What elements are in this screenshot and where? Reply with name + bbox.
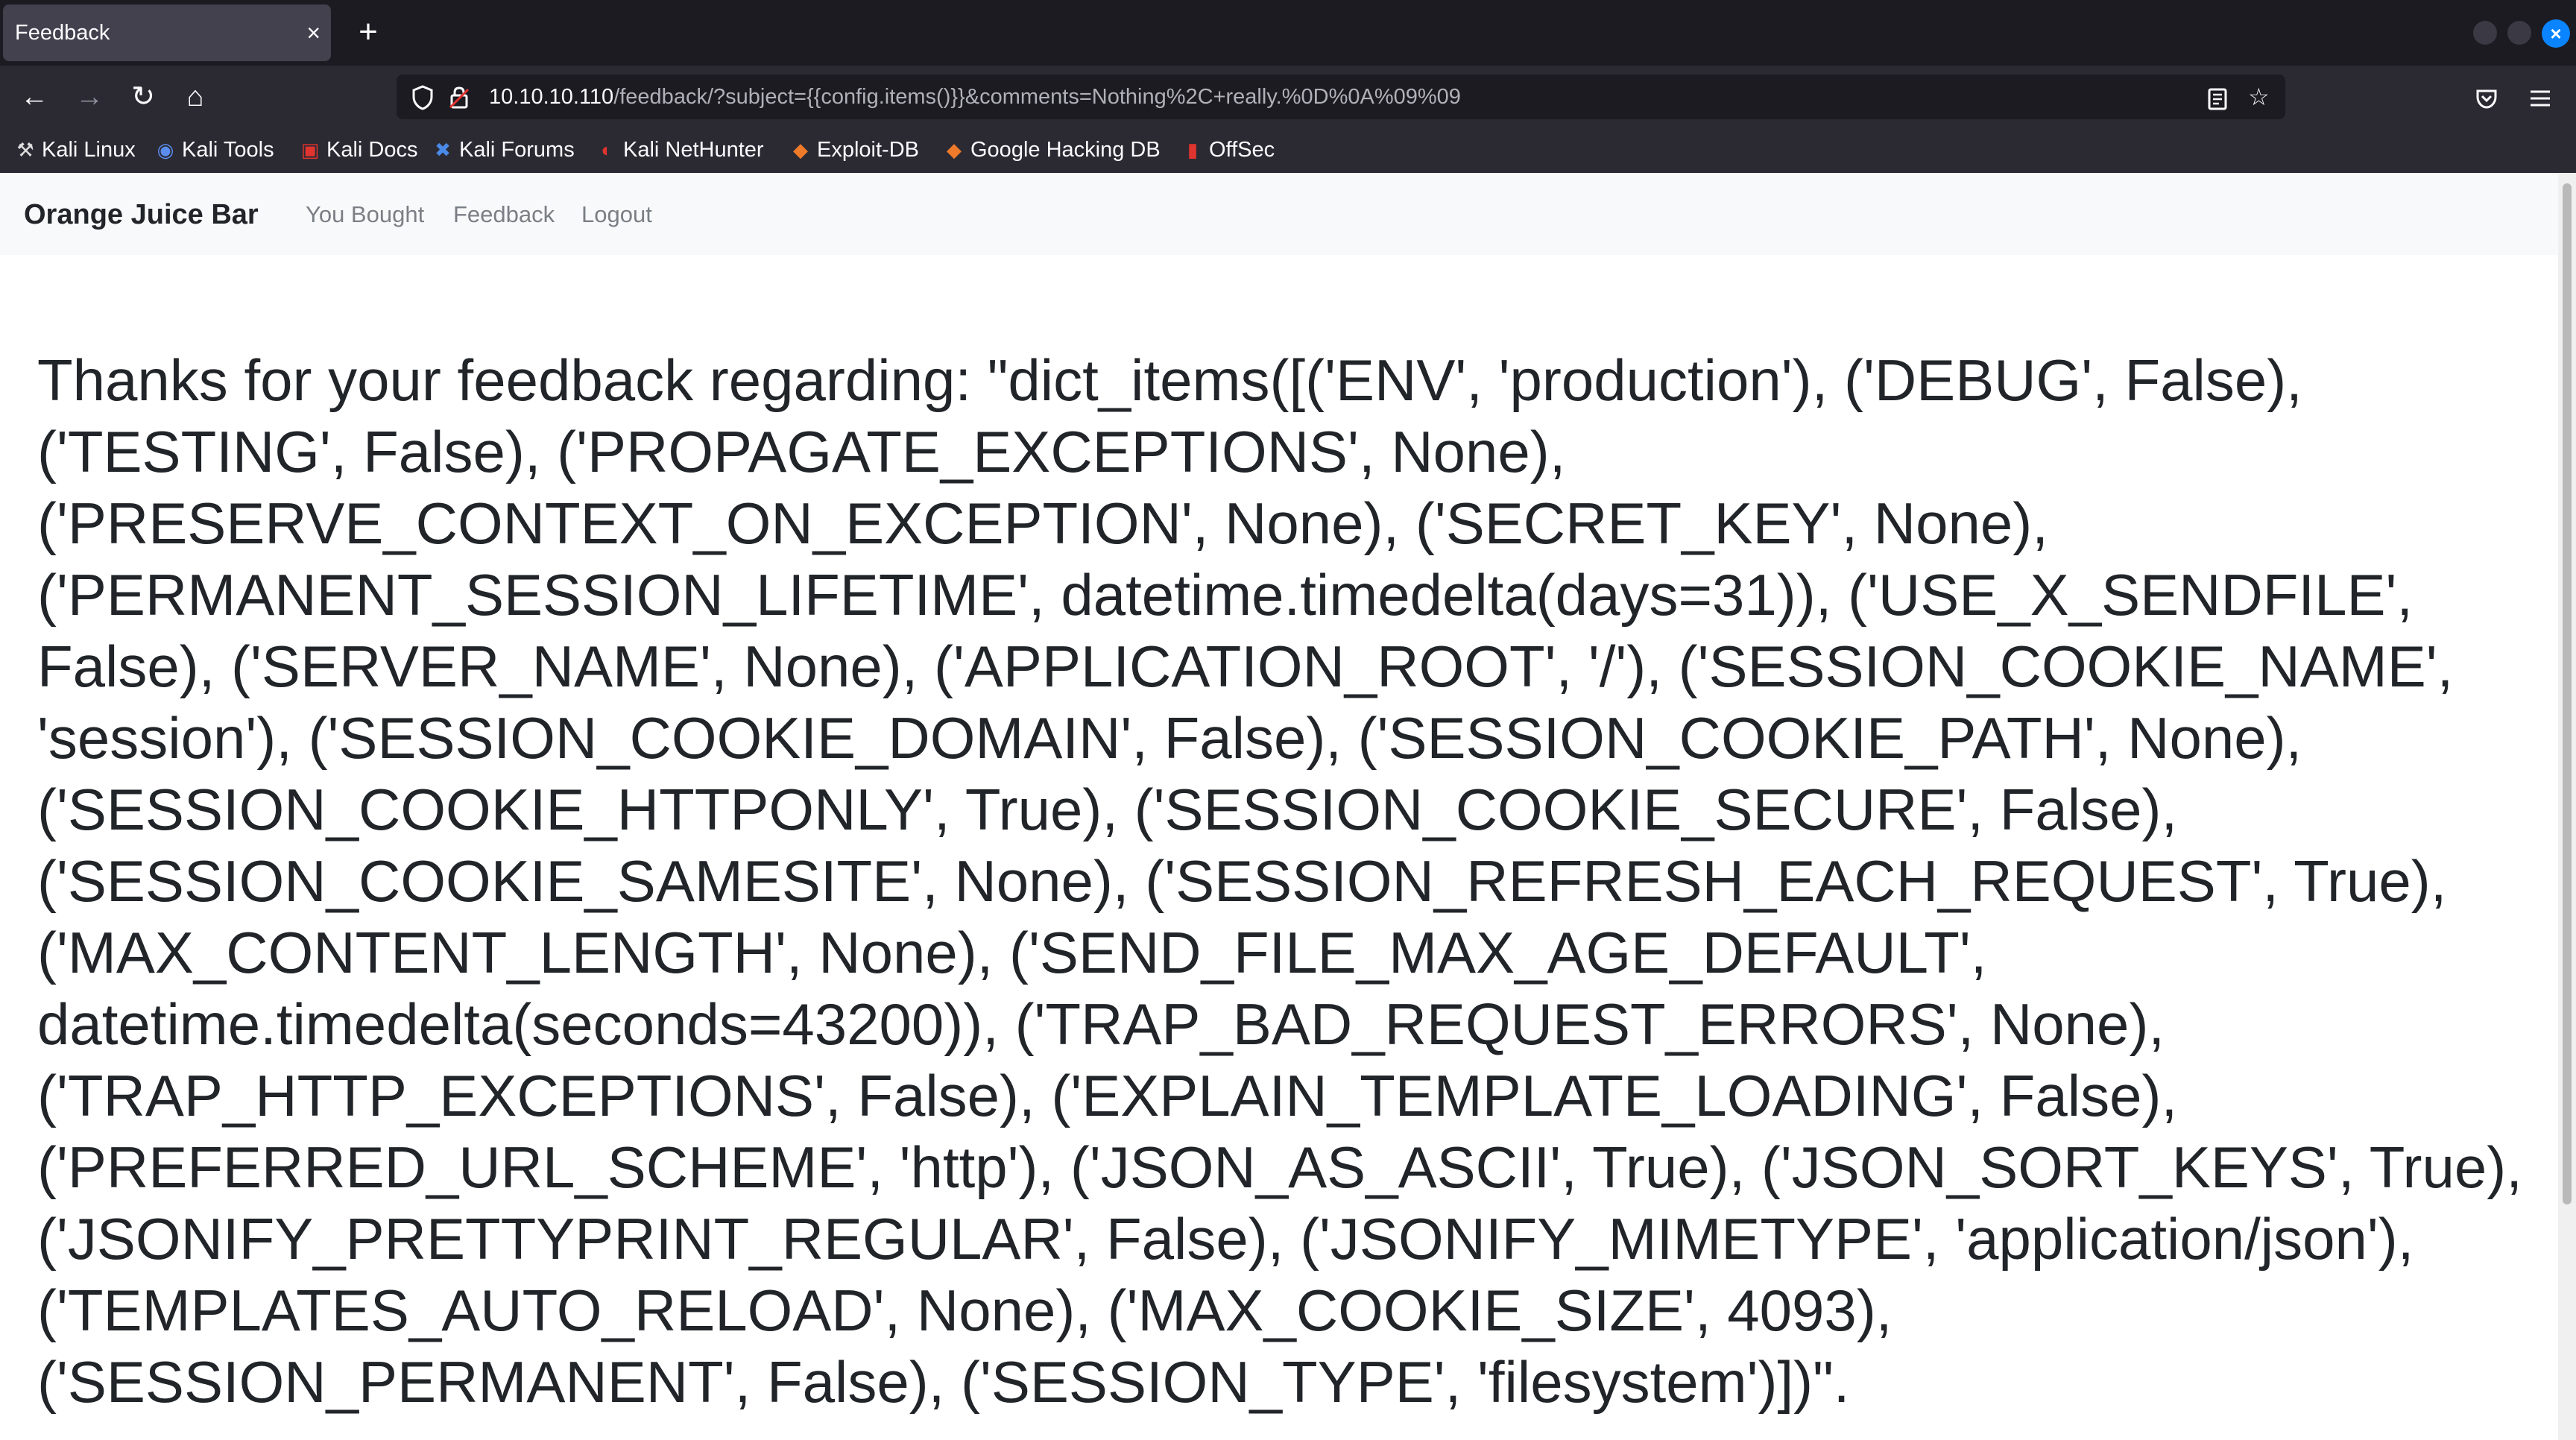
- bookmark-kali-nethunter[interactable]: ◐ Kali NetHunter: [596, 127, 764, 173]
- url-bar[interactable]: 10.10.10.110/feedback/?subject={{config.…: [397, 75, 2285, 119]
- back-button[interactable]: ←: [15, 78, 54, 116]
- feedback-message: Thanks for your feedback regarding: "dic…: [37, 347, 2522, 1415]
- bookmark-label: OffSec: [1209, 138, 1275, 162]
- bookmark-label: Kali Docs: [326, 138, 418, 162]
- bookmark-label: Kali Linux: [42, 138, 136, 162]
- home-button[interactable]: ⌂: [176, 78, 215, 116]
- scrollbar-thumb[interactable]: [2563, 183, 2572, 1204]
- site-brand-link[interactable]: Orange Juice Bar: [24, 173, 259, 256]
- bookmark-kali-docs[interactable]: ▣ Kali Docs: [300, 127, 418, 173]
- offsec-icon: ▮: [1187, 139, 1199, 161]
- bookmark-kali-forums[interactable]: ✖ Kali Forums: [432, 127, 575, 173]
- kali-tools-icon: ◉: [157, 139, 174, 161]
- navigation-toolbar: ← → ↻ ⌂ 10.10.10.110/feedback/?subject={…: [0, 66, 2576, 127]
- reload-button[interactable]: ↻: [124, 78, 162, 116]
- exploit-db-icon: ◆: [793, 139, 808, 161]
- new-tab-button[interactable]: +: [349, 13, 388, 52]
- bookmark-label: Google Hacking DB: [970, 138, 1161, 162]
- tab-title: Feedback: [15, 21, 110, 45]
- lock-icon[interactable]: [449, 75, 470, 119]
- star-bookmark-icon[interactable]: ☆: [2248, 75, 2270, 119]
- url-host: 10.10.10.110: [489, 85, 614, 109]
- pocket-icon[interactable]: [2467, 78, 2506, 116]
- bookmark-label: Kali NetHunter: [623, 138, 764, 162]
- page-scrollbar[interactable]: [2558, 173, 2576, 1440]
- kali-dragon-icon: ⚒: [16, 139, 34, 161]
- reader-view-icon[interactable]: [2206, 75, 2229, 119]
- url-path: /feedback/?subject={{config.items()}}&co…: [613, 85, 1461, 109]
- bookmark-kali-linux[interactable]: ⚒ Kali Linux: [15, 127, 136, 173]
- menu-icon[interactable]: [2521, 78, 2560, 116]
- nav-link-feedback[interactable]: Feedback: [453, 173, 555, 256]
- maximize-button[interactable]: [2507, 21, 2531, 45]
- ghdb-icon: ◆: [947, 139, 962, 161]
- page-content: Orange Juice Bar You Bought Feedback Log…: [0, 173, 2558, 1440]
- close-icon[interactable]: ×: [306, 4, 321, 61]
- bookmark-google-hacking-db[interactable]: ◆ Google Hacking DB: [944, 127, 1161, 173]
- window-close-button[interactable]: ×: [2542, 19, 2570, 48]
- bookmark-label: Exploit-DB: [817, 138, 919, 162]
- bookmarks-toolbar: ⚒ Kali Linux ◉ Kali Tools ▣ Kali Docs ✖ Kali…: [0, 127, 2576, 173]
- bookmark-label: Kali Forums: [459, 138, 575, 162]
- nethunter-icon: ◐: [601, 139, 613, 161]
- shield-icon[interactable]: [411, 75, 434, 119]
- tab-feedback[interactable]: Feedback ×: [3, 4, 331, 61]
- nav-link-you-bought[interactable]: You Bought: [306, 173, 424, 256]
- bookmark-label: Kali Tools: [182, 138, 274, 162]
- site-navbar: Orange Juice Bar You Bought Feedback Log…: [0, 173, 2558, 255]
- nav-link-logout[interactable]: Logout: [581, 173, 652, 256]
- bookmark-kali-tools[interactable]: ◉ Kali Tools: [155, 127, 274, 173]
- bookmark-exploit-db[interactable]: ◆ Exploit-DB: [790, 127, 919, 173]
- tab-strip: Feedback × + ×: [0, 0, 2576, 66]
- url-text[interactable]: 10.10.10.110/feedback/?subject={{config.…: [489, 75, 1461, 119]
- minimize-button[interactable]: [2473, 21, 2497, 45]
- forward-button[interactable]: →: [70, 78, 109, 116]
- kali-docs-icon: ▣: [300, 139, 320, 161]
- bookmark-offsec[interactable]: ▮ OffSec: [1182, 127, 1275, 173]
- kali-forums-icon: ✖: [435, 139, 451, 161]
